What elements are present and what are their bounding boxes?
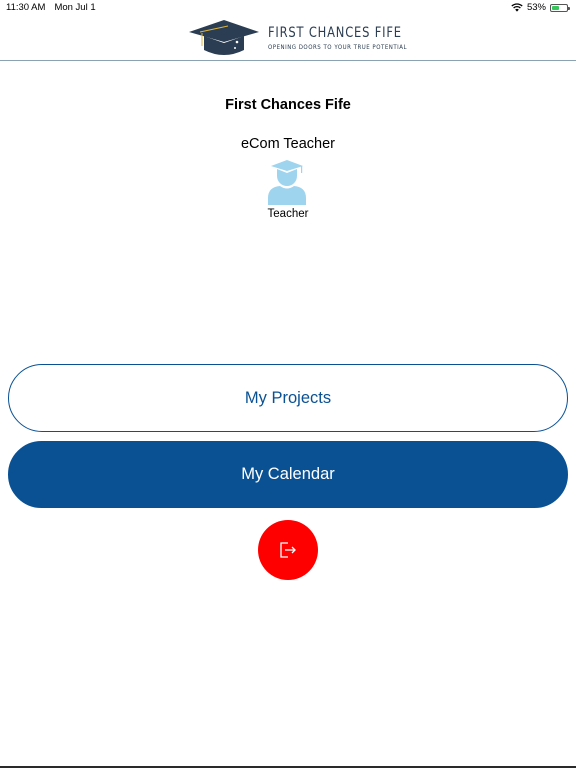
logo-tagline: OPENING DOORS TO YOUR TRUE POTENTIAL (268, 43, 408, 51)
status-right: 53% (511, 2, 570, 13)
battery-percent: 53% (526, 2, 546, 13)
teacher-avatar-icon (268, 160, 306, 205)
status-date: Mon Jul 1 (54, 2, 96, 13)
status-bar: 11:30 AM Mon Jul 1 53% (0, 0, 576, 16)
logo-text: FIRST CHANCES FIFE OPENING DOORS TO YOUR… (268, 25, 432, 51)
status-left: 11:30 AM Mon Jul 1 (6, 2, 96, 13)
logout-button[interactable] (258, 520, 318, 580)
user-name: eCom Teacher (240, 136, 336, 152)
my-calendar-button[interactable]: My Calendar (8, 441, 568, 508)
status-time: 11:30 AM (6, 2, 46, 13)
my-calendar-label: My Calendar (241, 465, 335, 483)
organization-name: First Chances Fife (225, 97, 351, 113)
app-logo: FIRST CHANCES FIFE OPENING DOORS TO YOUR… (188, 18, 432, 58)
logout-icon (280, 542, 296, 558)
wifi-icon (511, 3, 523, 12)
my-projects-button[interactable]: My Projects (8, 364, 568, 432)
app-header: FIRST CHANCES FIFE OPENING DOORS TO YOUR… (0, 16, 576, 61)
my-projects-label: My Projects (244, 388, 332, 407)
logo-title: FIRST CHANCES FIFE (268, 25, 402, 41)
graduation-cap-icon (189, 20, 259, 55)
battery-icon (550, 3, 570, 12)
battery-fill (552, 5, 560, 10)
user-role: Teacher (267, 208, 309, 220)
